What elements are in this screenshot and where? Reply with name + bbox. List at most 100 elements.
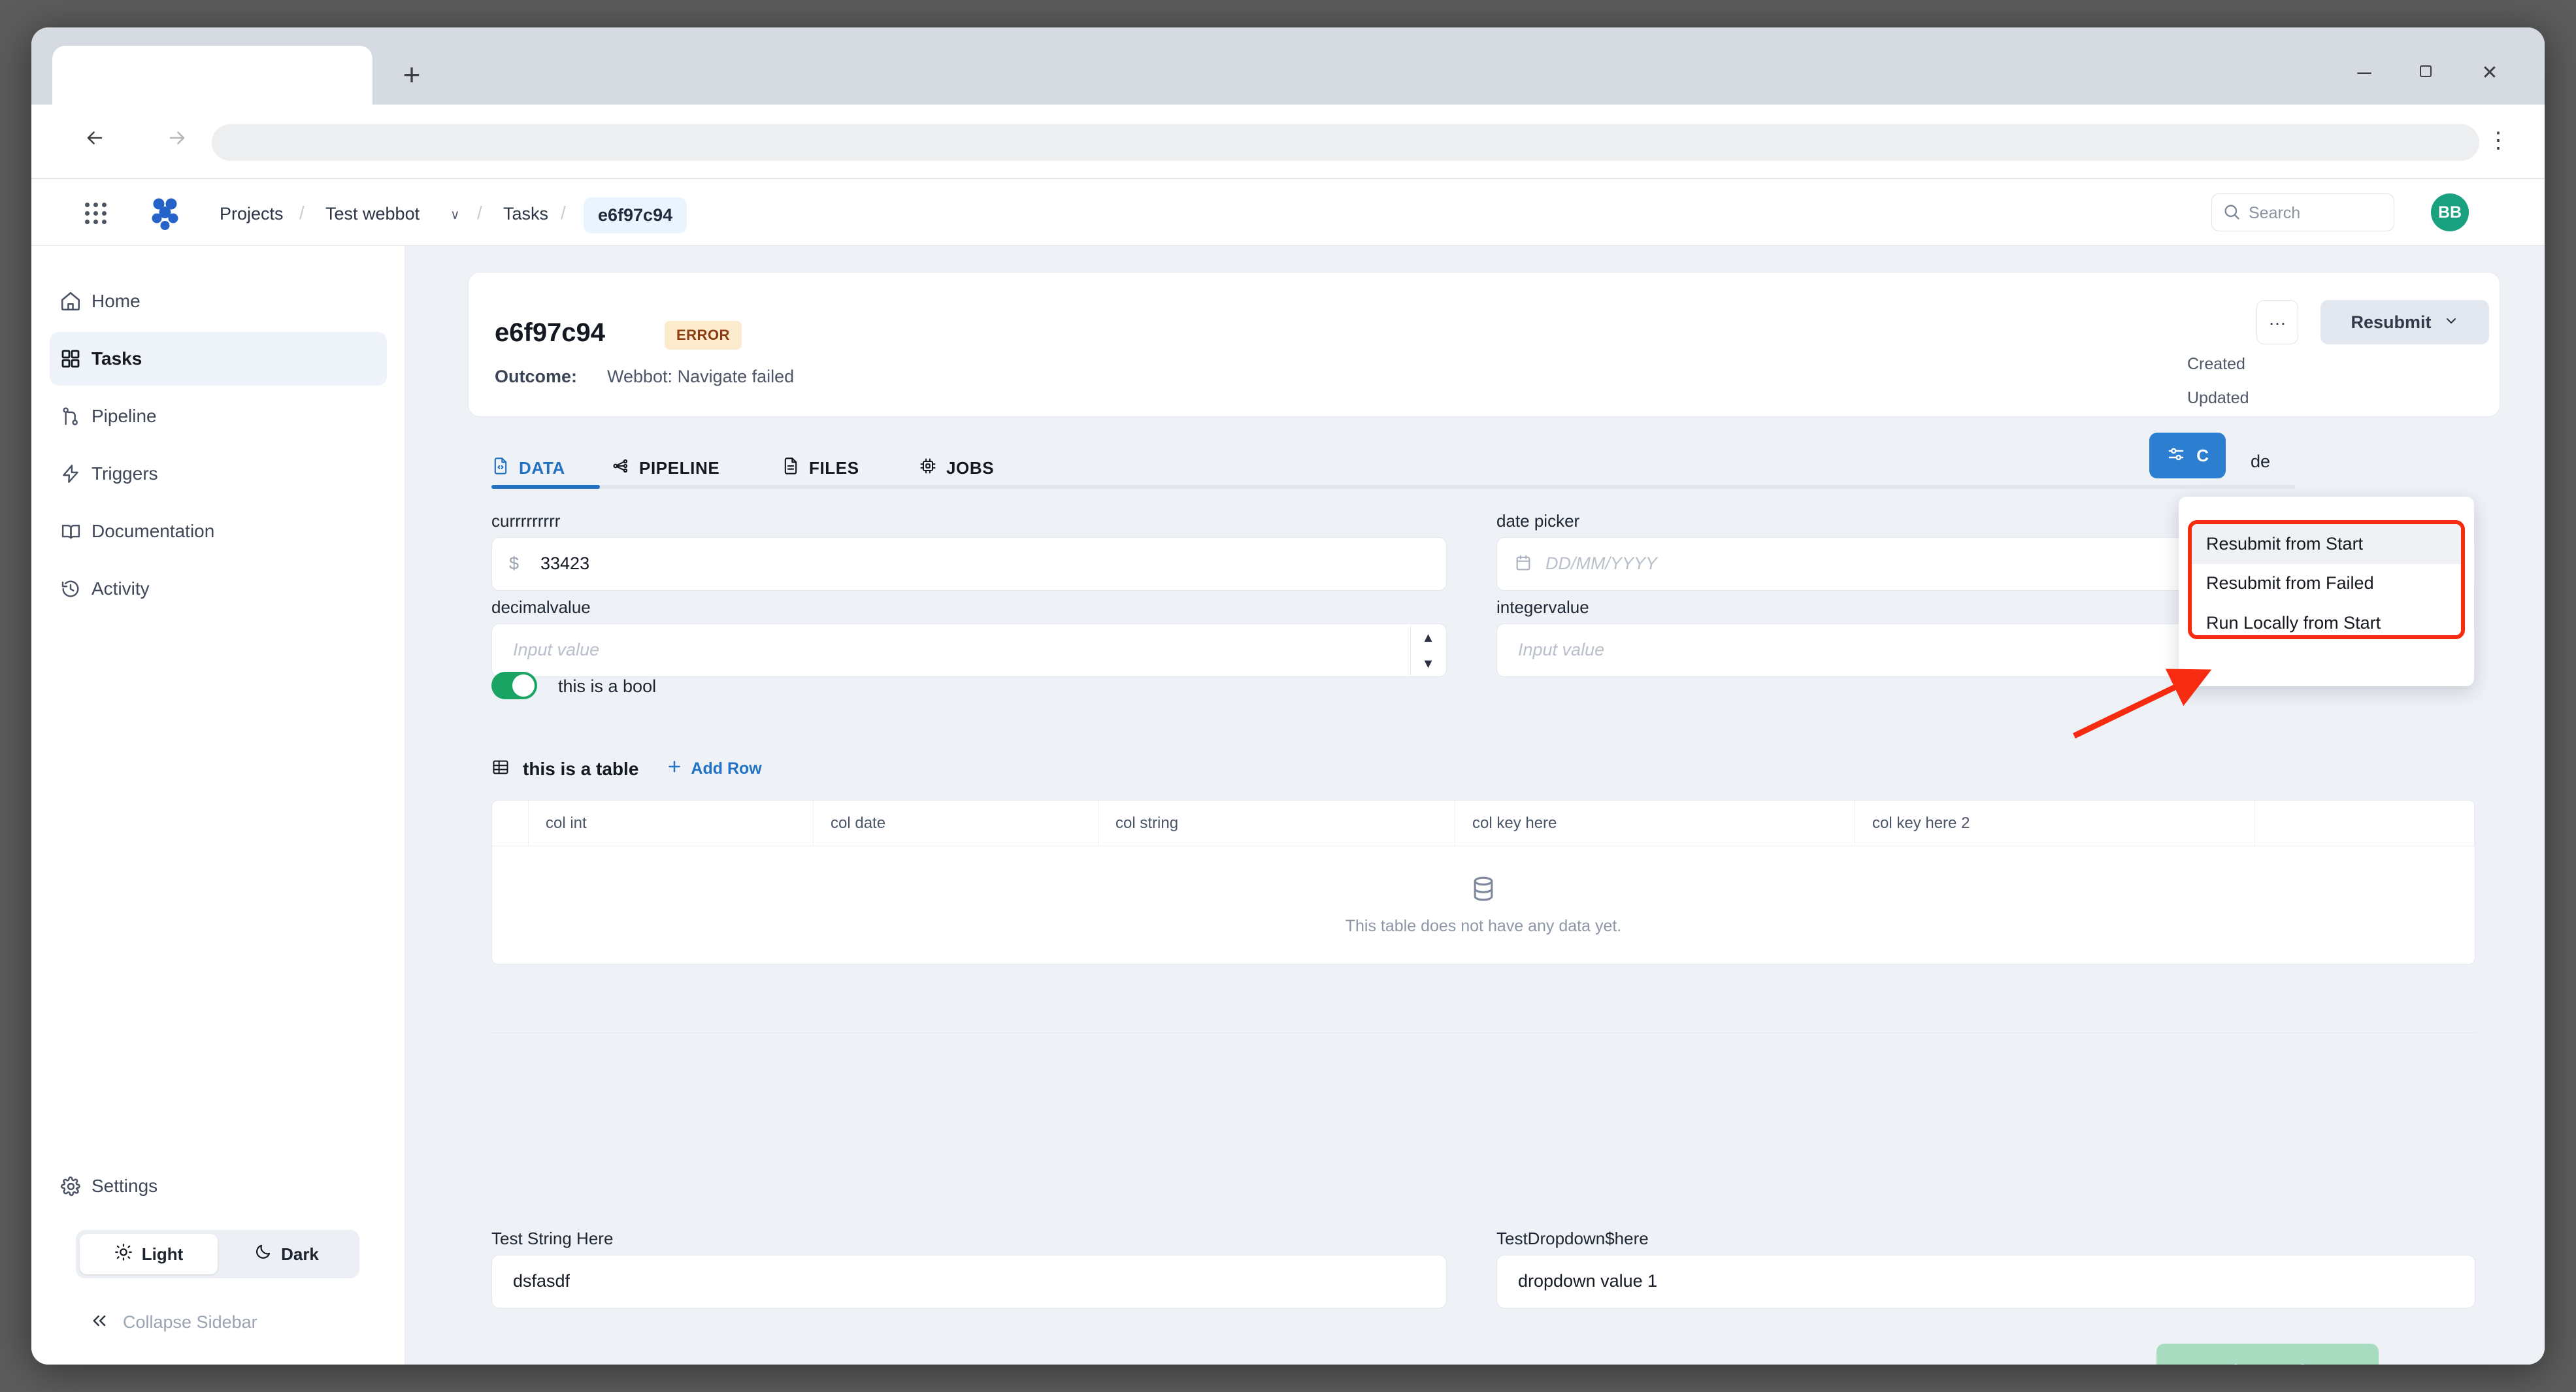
- chevron-down-icon[interactable]: ∨: [450, 207, 460, 223]
- tab-data[interactable]: DATA: [491, 457, 565, 480]
- breadcrumb-current-task[interactable]: e6f97c94: [584, 197, 687, 233]
- theme-dark-label: Dark: [281, 1244, 319, 1264]
- web-app: Projects / Test webbot ∨ / Tasks / e6f97…: [31, 179, 2545, 1365]
- theme-dark-option[interactable]: Dark: [218, 1234, 355, 1274]
- table-column-header[interactable]: col key here 2: [1855, 801, 2255, 846]
- chip-icon: [919, 457, 937, 480]
- sun-icon: [114, 1243, 133, 1266]
- collapse-sidebar-button[interactable]: Collapse Sidebar: [90, 1312, 257, 1333]
- table-header: col int col date col string col key here…: [492, 801, 2475, 846]
- kebab-menu-icon[interactable]: ⋮: [2481, 124, 2516, 159]
- apps-grid-icon[interactable]: [85, 203, 107, 225]
- file-code-icon: [491, 457, 510, 480]
- address-bar[interactable]: [212, 124, 2479, 161]
- window-close-button[interactable]: ✕: [2469, 56, 2511, 90]
- breadcrumb-separator: /: [299, 203, 305, 223]
- tab-underline-track: [491, 485, 2295, 489]
- annotation-arrow-icon: [2073, 669, 2212, 739]
- test-dropdown-select[interactable]: dropdown value 1: [1496, 1255, 2475, 1308]
- resubmit-dropdown-menu[interactable]: Resubmit from Start Resubmit from Failed…: [2188, 520, 2465, 639]
- theme-toggle[interactable]: Light Dark: [76, 1230, 359, 1278]
- decimal-stepper[interactable]: ▲ ▼: [1410, 625, 1445, 677]
- table-header-row: this is a table Add Row: [491, 758, 762, 780]
- table-column-header[interactable]: col int: [529, 801, 814, 846]
- tab-pipeline[interactable]: PIPELINE: [612, 457, 719, 480]
- advanced-mode-trailing-text: de: [2250, 452, 2270, 471]
- tab-label: JOBS: [946, 458, 995, 478]
- lightning-bolt-icon: [50, 463, 91, 484]
- created-label: Created: [2187, 355, 2245, 373]
- field-label-date: date picker: [1496, 511, 1580, 531]
- table-select-column: [492, 801, 529, 846]
- table-column-header[interactable]: col string: [1098, 801, 1455, 846]
- table-column-header-spacer: [2255, 801, 2475, 846]
- menu-item-resubmit-from-failed[interactable]: Resubmit from Failed: [2192, 564, 2461, 604]
- search-input[interactable]: Search: [2211, 193, 2394, 231]
- test-dropdown-value: dropdown value 1: [1518, 1271, 1658, 1291]
- sidebar-item-label: Documentation: [91, 521, 215, 541]
- collapse-sidebar-label: Collapse Sidebar: [123, 1312, 257, 1332]
- sidebar-item-triggers[interactable]: Triggers: [50, 447, 387, 501]
- theme-light-option[interactable]: Light: [80, 1234, 218, 1274]
- test-string-input[interactable]: dsfasdf: [491, 1255, 1447, 1308]
- app-header: Projects / Test webbot ∨ / Tasks / e6f97…: [31, 179, 2545, 246]
- browser-tab[interactable]: [52, 46, 372, 105]
- brand-logo-icon[interactable]: [148, 197, 183, 231]
- tab-label: FILES: [809, 458, 859, 478]
- currency-input[interactable]: $ 33423: [491, 537, 1447, 591]
- table-column-header[interactable]: col date: [814, 801, 1098, 846]
- resubmit-button[interactable]: Resubmit: [2320, 300, 2489, 344]
- table-icon: [491, 758, 510, 780]
- field-label-currency: currrrrrrrr: [491, 511, 561, 531]
- integer-placeholder: Input value: [1518, 640, 1605, 659]
- table-title: this is a table: [523, 758, 639, 779]
- tab-jobs[interactable]: JOBS: [919, 457, 994, 480]
- date-placeholder: DD/MM/YYYY: [1545, 554, 1658, 573]
- more-options-button[interactable]: …: [2256, 300, 2298, 344]
- sliders-icon: [2166, 444, 2186, 467]
- bool-toggle[interactable]: [491, 672, 537, 699]
- browser-toolbar: ⋮: [31, 105, 2545, 179]
- add-row-button[interactable]: Add Row: [666, 758, 762, 780]
- menu-item-resubmit-from-start[interactable]: Resubmit from Start: [2192, 524, 2461, 564]
- home-icon: [50, 290, 91, 312]
- menu-item-run-locally-from-start[interactable]: Run Locally from Start: [2192, 603, 2461, 635]
- search-icon: [2222, 203, 2241, 224]
- decimal-input[interactable]: Input value ▲ ▼: [491, 623, 1447, 677]
- breadcrumb-tasks[interactable]: Tasks: [503, 204, 548, 224]
- sidebar-item-settings[interactable]: Settings: [50, 1159, 387, 1213]
- task-header-card: e6f97c94 ERROR Outcome: Webbot: Navigate…: [468, 272, 2500, 417]
- sidebar-item-home[interactable]: Home: [50, 274, 387, 328]
- outcome-label: Outcome:: [495, 367, 578, 386]
- sidebar-item-label: Pipeline: [91, 406, 157, 426]
- avatar[interactable]: BB: [2431, 193, 2469, 231]
- breadcrumb-projects[interactable]: Projects: [220, 204, 284, 224]
- table-empty-message: This table does not have any data yet.: [1345, 917, 1622, 935]
- forward-arrow-icon[interactable]: [159, 124, 195, 159]
- breadcrumb-separator: /: [477, 203, 482, 223]
- table-column-header[interactable]: col key here: [1455, 801, 1855, 846]
- back-arrow-icon[interactable]: [77, 124, 112, 159]
- sidebar-item-pipeline[interactable]: Pipeline: [50, 389, 387, 443]
- window-minimize-button[interactable]: ─: [2343, 56, 2385, 90]
- nodes-icon: [612, 457, 630, 480]
- update-task-button[interactable]: Update Task: [2156, 1344, 2379, 1365]
- sidebar-item-documentation[interactable]: Documentation: [50, 505, 387, 558]
- gear-icon: [50, 1176, 91, 1197]
- sidebar-item-activity[interactable]: Activity: [50, 562, 387, 616]
- tab-files[interactable]: FILES: [782, 457, 859, 480]
- sidebar-item-label: Tasks: [91, 348, 142, 369]
- advanced-mode-button[interactable]: C: [2149, 433, 2226, 478]
- new-tab-button[interactable]: +: [395, 59, 429, 94]
- file-icon: [782, 457, 800, 480]
- tab-underline-active: [491, 485, 600, 489]
- tab-label: PIPELINE: [639, 458, 720, 478]
- stepper-up-icon[interactable]: ▲: [1411, 625, 1445, 651]
- stepper-down-icon[interactable]: ▼: [1411, 651, 1445, 677]
- window-maximize-button[interactable]: [2405, 56, 2447, 90]
- sidebar-item-tasks[interactable]: Tasks: [50, 332, 387, 386]
- tab-bar: DATA PIPELINE FILES JOBS C de: [468, 433, 2500, 489]
- database-icon: [1469, 874, 1498, 906]
- breadcrumb-project[interactable]: Test webbot: [325, 204, 420, 224]
- sidebar: Home Tasks Pipeline Triggers Documentati…: [31, 246, 405, 1365]
